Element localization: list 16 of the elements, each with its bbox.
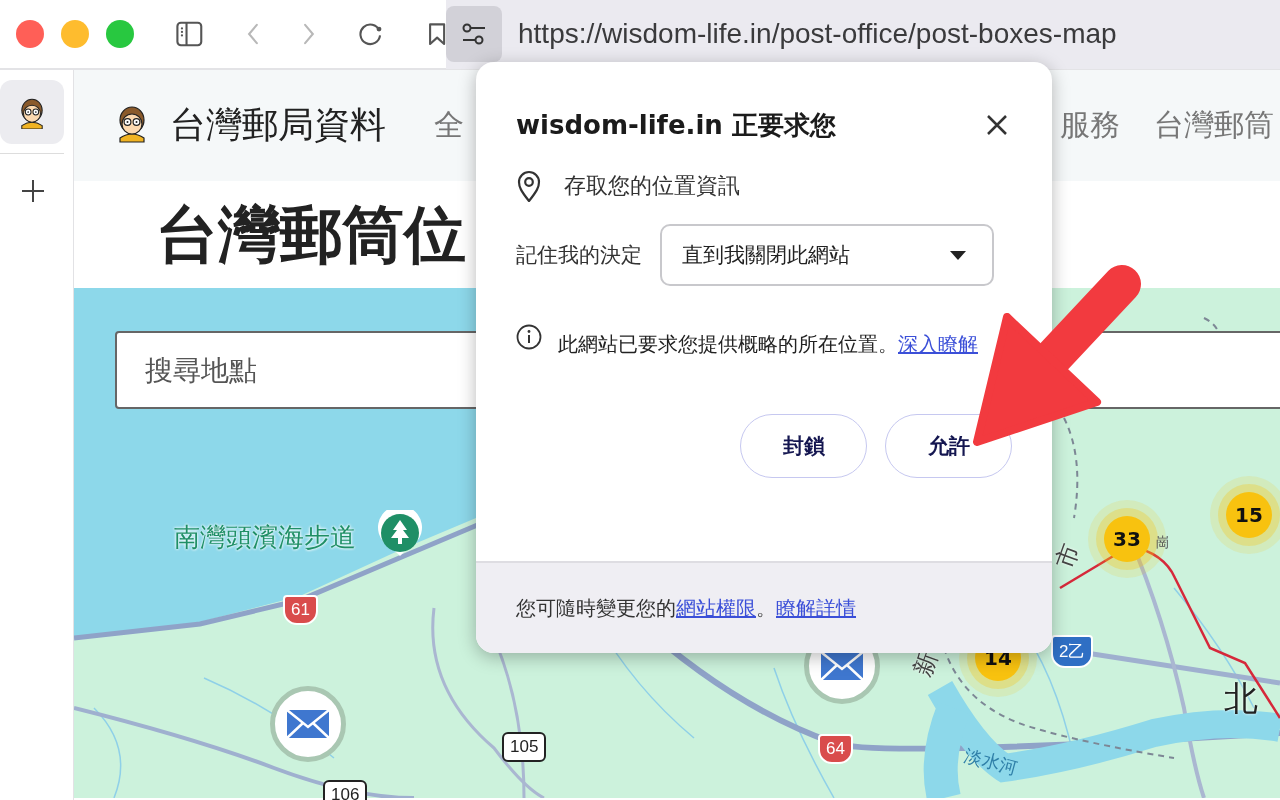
road-shield: 105 — [502, 732, 547, 762]
footer-text: 您可隨時變更您的網站權限。瞭解詳情 — [516, 594, 856, 622]
road-shield: 2乙 — [1051, 635, 1094, 668]
map-label: 淡水河 — [961, 743, 1021, 781]
permission-text: 存取您的位置資訊 — [564, 172, 740, 200]
road-shield: 106 — [323, 780, 368, 800]
map-label: 崗 — [1156, 534, 1170, 552]
road-shield: 61 — [283, 595, 318, 625]
road-shield: 64 — [818, 734, 853, 764]
map-label: 北 — [1224, 677, 1258, 720]
map-label: 新 — [907, 647, 945, 681]
dialog-title: wisdom-life.in 正要求您 — [516, 108, 836, 142]
remember-label: 記住我的決定 — [516, 242, 642, 269]
info-text: 此網站已要求您提供概略的所在位置。深入瞭解 — [558, 331, 978, 358]
page-title: 台灣郵筒位 — [156, 196, 466, 273]
map-label: 市 — [1049, 539, 1087, 573]
